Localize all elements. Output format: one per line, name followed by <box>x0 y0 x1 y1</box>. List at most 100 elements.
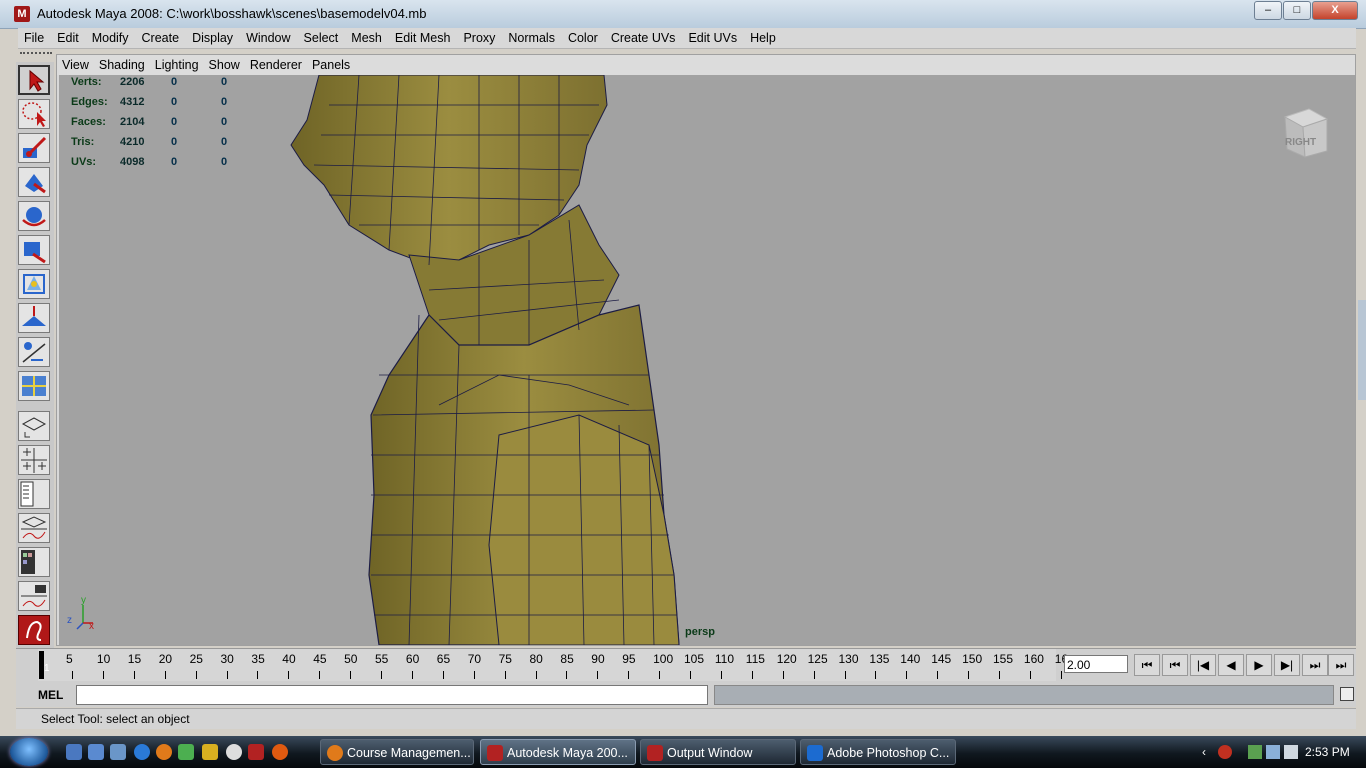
play-forward-button[interactable]: ▶ <box>1246 654 1272 676</box>
menu-edit[interactable]: Edit <box>51 31 86 45</box>
scale-tool-button[interactable] <box>18 235 50 265</box>
hypershade-layout-icon <box>21 550 35 574</box>
view-cube-icon <box>1283 108 1329 158</box>
poly-count-hud: Verts: 2206 0 0 Edges: 4312 0 0 Faces: 2104 0 0 T… <box>71 75 271 175</box>
tray-app-icon[interactable] <box>1218 745 1232 759</box>
outliner-layout-button[interactable] <box>18 479 50 509</box>
close-button[interactable]: X <box>1312 1 1358 20</box>
soft-mod-icon <box>22 306 46 326</box>
single-perspective-layout-button[interactable] <box>18 411 50 441</box>
show-manipulator-button[interactable] <box>18 337 50 367</box>
step-back-frame-button[interactable]: |◀ <box>1190 654 1216 676</box>
hud-row-uvs: UVs: 4098 0 0 <box>71 156 228 168</box>
status-line-handle[interactable] <box>20 52 52 58</box>
universal-manipulator-button[interactable] <box>18 269 50 299</box>
tray-expand-icon[interactable]: ‹ <box>1202 745 1216 759</box>
lasso-tool-button[interactable] <box>18 99 50 129</box>
last-tool-icon <box>22 376 46 396</box>
step-back-key-button[interactable]: ⏮ <box>1162 654 1188 676</box>
current-time-field[interactable]: 2.00 <box>1064 655 1128 673</box>
play-forward-icon: ▶ <box>1254 658 1264 672</box>
menu-display[interactable]: Display <box>186 31 240 45</box>
frame-tick-label: 100 <box>653 652 674 666</box>
menu-edit-uvs[interactable]: Edit UVs <box>682 31 744 45</box>
rotate-tool-button[interactable] <box>18 201 50 231</box>
tray-clock[interactable]: 2:53 PM <box>1305 745 1350 759</box>
photoshop-task-icon <box>807 745 823 761</box>
graph-editor-layout-button[interactable] <box>18 513 50 543</box>
frame-tick-label: 35 <box>251 652 265 666</box>
hypershade-layout-button[interactable] <box>18 547 50 577</box>
four-view-layout-button[interactable] <box>18 445 50 475</box>
app-quicklaunch-icon[interactable] <box>272 744 288 760</box>
frame-tick <box>906 671 908 679</box>
taskbar-adobe-photoshop[interactable]: Adobe Photoshop C... <box>800 739 956 765</box>
maya-logo-button[interactable] <box>18 615 50 645</box>
move-tool-button[interactable] <box>18 167 50 197</box>
render-layout-button[interactable] <box>18 581 50 611</box>
step-forward-key-button[interactable]: ⏭ <box>1302 654 1328 676</box>
taskbar-output-window[interactable]: Output Window <box>640 739 796 765</box>
last-tool-button[interactable] <box>18 371 50 401</box>
frame-tick <box>937 671 939 679</box>
menu-create-uvs[interactable]: Create UVs <box>605 31 683 45</box>
taskbar-course-management[interactable]: Course Managemen... <box>320 739 474 765</box>
taskbar-autodesk-maya[interactable]: Autodesk Maya 200... <box>480 739 636 765</box>
panel-menu-show[interactable]: Show <box>204 58 245 72</box>
minimize-button[interactable]: – <box>1254 1 1282 20</box>
select-tool-button[interactable] <box>18 65 50 95</box>
show-desktop-icon[interactable] <box>66 744 82 760</box>
time-slider[interactable]: 1 5 10 15 20 25 30 35 40 45 50 55 60 65 70 75 80 85 90 95 1… <box>16 648 1356 684</box>
menu-edit-mesh[interactable]: Edit Mesh <box>389 31 458 45</box>
maya-quicklaunch-icon[interactable] <box>248 744 264 760</box>
mel-command-input[interactable] <box>76 685 708 705</box>
panel-menu-panels[interactable]: Panels <box>307 58 355 72</box>
frame-tick-label: 105 <box>684 652 705 666</box>
start-button[interactable] <box>10 738 48 766</box>
panel-menu-view[interactable]: View <box>57 58 94 72</box>
menu-create[interactable]: Create <box>136 31 187 45</box>
axis-x-label: x <box>89 621 94 632</box>
menu-help[interactable]: Help <box>744 31 783 45</box>
disc-icon[interactable] <box>226 744 242 760</box>
frame-tick <box>319 671 321 679</box>
panel-menu-lighting[interactable]: Lighting <box>150 58 204 72</box>
four-view-layout-icon <box>21 448 47 473</box>
step-forward-frame-button[interactable]: ▶| <box>1274 654 1300 676</box>
menu-modify[interactable]: Modify <box>86 31 136 45</box>
menu-normals[interactable]: Normals <box>502 31 562 45</box>
menu-file[interactable]: File <box>18 31 51 45</box>
time-ruler[interactable]: 1 5 10 15 20 25 30 35 40 45 50 55 60 65 70 75 80 85 90 95 1… <box>38 649 1068 681</box>
3d-viewport[interactable]: Verts: 2206 0 0 Edges: 4312 0 0 Faces: 2104 0 0 T… <box>59 75 1355 645</box>
view-cube[interactable]: RIGHT <box>1279 105 1331 159</box>
go-to-end-button[interactable]: ⏭ <box>1328 654 1354 676</box>
panel-menu-shading[interactable]: Shading <box>94 58 150 72</box>
tray-network-icon[interactable] <box>1248 745 1262 759</box>
script-editor-button[interactable] <box>1340 687 1354 701</box>
frame-tick-label: 130 <box>838 652 859 666</box>
computer-icon[interactable] <box>110 744 126 760</box>
internet-explorer-icon[interactable] <box>134 744 150 760</box>
panel-menu-renderer[interactable]: Renderer <box>245 58 307 72</box>
firefox-icon[interactable] <box>156 744 172 760</box>
frame-tick <box>257 671 259 679</box>
menu-select[interactable]: Select <box>298 31 346 45</box>
frame-tick <box>164 671 166 679</box>
play-backward-button[interactable]: ◀ <box>1218 654 1244 676</box>
switch-windows-icon[interactable] <box>88 744 104 760</box>
tool-icon[interactable] <box>202 744 218 760</box>
menu-mesh[interactable]: Mesh <box>345 31 389 45</box>
menu-color[interactable]: Color <box>562 31 605 45</box>
tray-volume-icon[interactable] <box>1284 745 1298 759</box>
frame-tick <box>72 671 73 679</box>
maximize-button[interactable]: □ <box>1283 1 1311 20</box>
soft-modification-button[interactable] <box>18 303 50 333</box>
menu-window[interactable]: Window <box>240 31 297 45</box>
maya-app-icon[interactable]: M <box>14 6 30 22</box>
picture-viewer-icon[interactable] <box>178 744 194 760</box>
tray-display-icon[interactable] <box>1266 745 1280 759</box>
paint-select-tool-button[interactable] <box>18 133 50 163</box>
mel-label[interactable]: MEL <box>38 688 63 702</box>
go-to-start-button[interactable]: ⏮ <box>1134 654 1160 676</box>
menu-proxy[interactable]: Proxy <box>457 31 502 45</box>
